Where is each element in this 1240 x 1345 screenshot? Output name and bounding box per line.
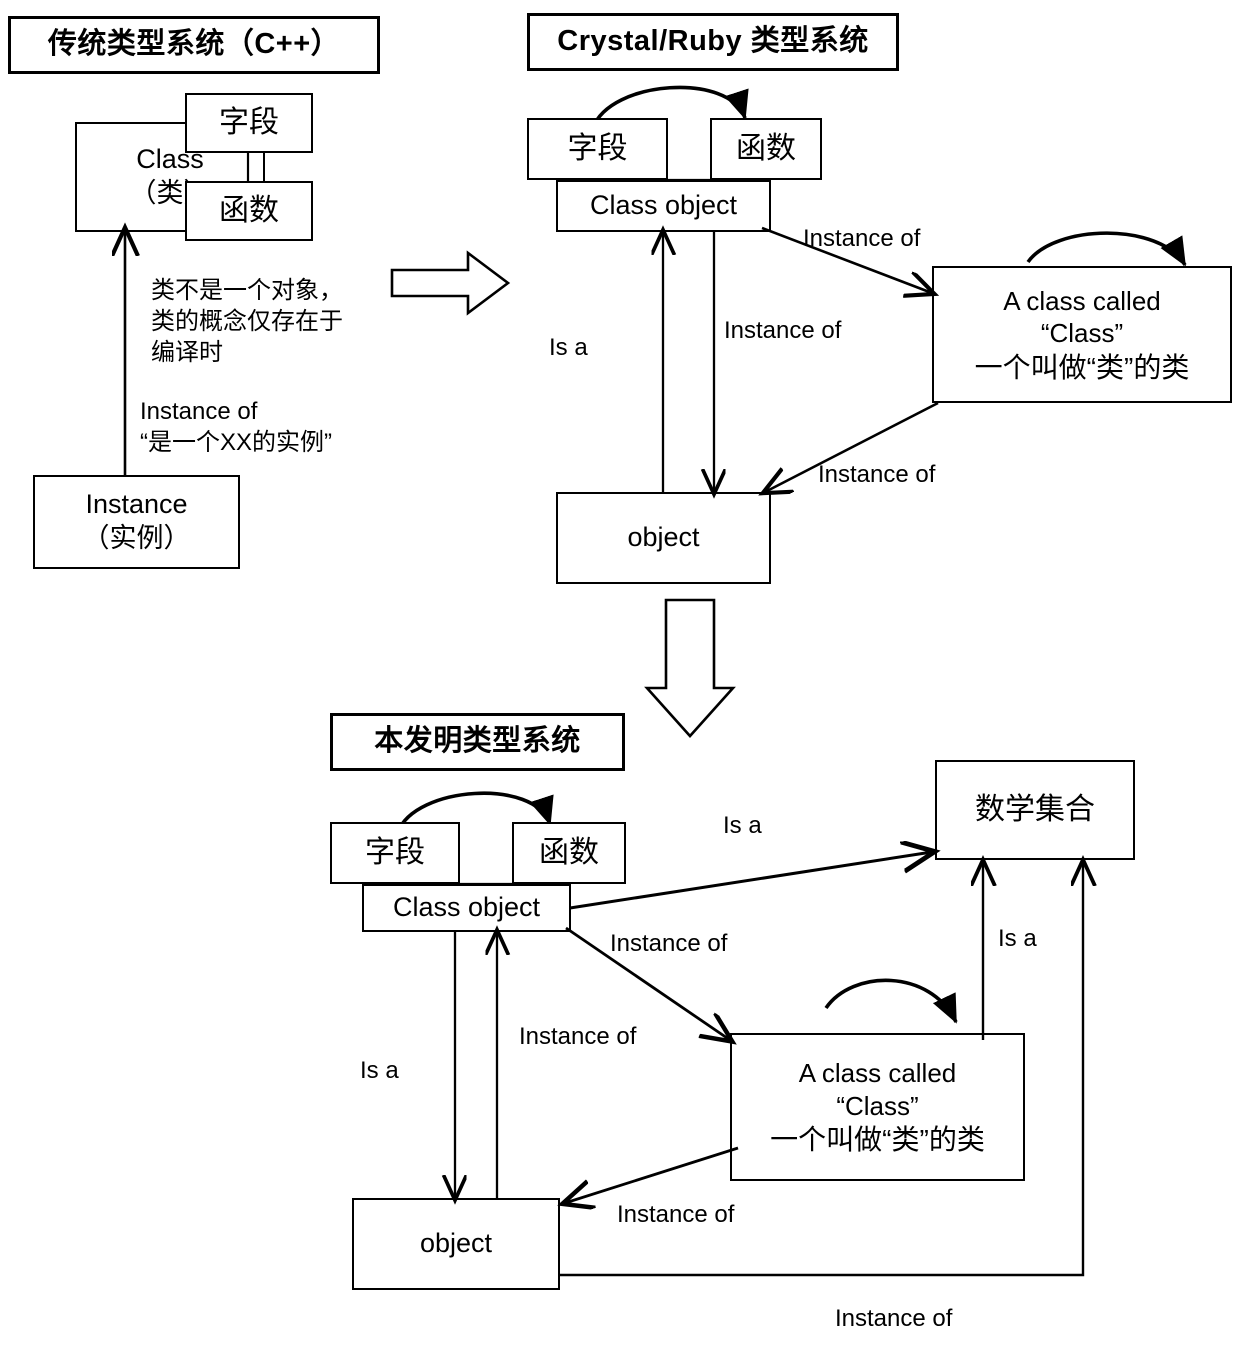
class-called-class-line1: A class called [798, 1058, 957, 1088]
panel-title-invention: 本发明类型系统 [330, 713, 625, 771]
edge-label-instance-of-classobject-to-object: Instance of [724, 317, 842, 344]
node-class-object-crystal: Class object [556, 180, 771, 232]
node-class-object-invention: Class object [362, 884, 571, 932]
edge-label-instance-of-class-to-object: Instance of [818, 461, 936, 488]
node-function-invention: 函数 [512, 822, 626, 884]
node-math-set-invention: 数学集合 [935, 760, 1135, 860]
node-field-label: 字段 [219, 105, 279, 139]
panel-title-traditional-label: 传统类型系统（C++） [47, 28, 341, 61]
node-field-label: 字段 [567, 131, 628, 165]
panel-title-crystal: Crystal/Ruby 类型系统 [527, 13, 899, 71]
node-math-set-label: 数学集合 [975, 792, 1095, 826]
node-class-object-label: Class object [392, 892, 541, 923]
node-instance-line2: （实例） [82, 523, 191, 553]
node-class-called-class-crystal: A class called “Class” 一个叫做“类”的类 [932, 266, 1232, 403]
panel-title-traditional: 传统类型系统（C++） [8, 16, 380, 74]
node-function-label: 函数 [736, 131, 796, 165]
note-compile-time: 类不是一个对象， 类的概念仅存在于 编译时 [151, 277, 343, 367]
node-object-label: object [627, 522, 700, 553]
edge-label-is-a-object-to-classobject: Is a [549, 334, 588, 361]
node-object-invention: object [352, 1198, 560, 1290]
node-function-crystal: 函数 [710, 118, 822, 180]
node-function-traditional: 函数 [185, 181, 313, 241]
edge-label-is-a-class-to-mathset: Is a [998, 925, 1037, 952]
node-field-label: 字段 [365, 835, 425, 869]
class-called-class-line3: 一个叫做“类”的类 [974, 351, 1190, 383]
edge-label-is-a-classobject-to-object: Is a [360, 1057, 399, 1084]
node-field-invention: 字段 [330, 822, 460, 884]
edge-label-instance-of-object-to-classobject: Instance of [519, 1023, 637, 1050]
node-class-object-label: Class object [589, 190, 738, 221]
node-object-label: object [419, 1228, 493, 1259]
node-function-label: 函数 [219, 193, 279, 227]
node-instance-line1: Instance [85, 489, 188, 520]
node-object-crystal: object [556, 492, 771, 584]
panel-title-invention-label: 本发明类型系统 [374, 725, 581, 758]
node-field-traditional: 字段 [185, 93, 313, 153]
note-instance-of-traditional: Instance of “是一个XX的实例” [140, 398, 332, 457]
node-field-crystal: 字段 [527, 118, 668, 180]
class-called-class-line1: A class called [1003, 285, 1161, 316]
node-class-called-class-invention: A class called “Class” 一个叫做“类”的类 [730, 1033, 1025, 1181]
edge-label-instance-of-object-to-mathset: Instance of [835, 1305, 953, 1332]
node-function-label: 函数 [539, 835, 599, 869]
edge-label-instance-of-classobject-to-class: Instance of [803, 225, 921, 252]
edge-label-is-a-classobject-to-mathset: Is a [723, 812, 762, 839]
class-called-class-line3: 一个叫做“类”的类 [770, 1124, 985, 1155]
edge-label-instance-of-class-to-object-invention: Instance of [617, 1201, 735, 1228]
panel-title-crystal-label: Crystal/Ruby 类型系统 [557, 25, 869, 58]
node-instance-traditional: Instance （实例） [33, 475, 240, 569]
class-called-class-line2: “Class” [836, 1090, 919, 1121]
edge-label-instance-of-classobject-to-class-invention: Instance of [610, 930, 728, 957]
diagram-canvas: 传统类型系统（C++） Class （类） 字段 函数 类不是一个对象， 类的概… [0, 0, 1240, 1345]
class-called-class-line2: “Class” [1040, 318, 1124, 348]
